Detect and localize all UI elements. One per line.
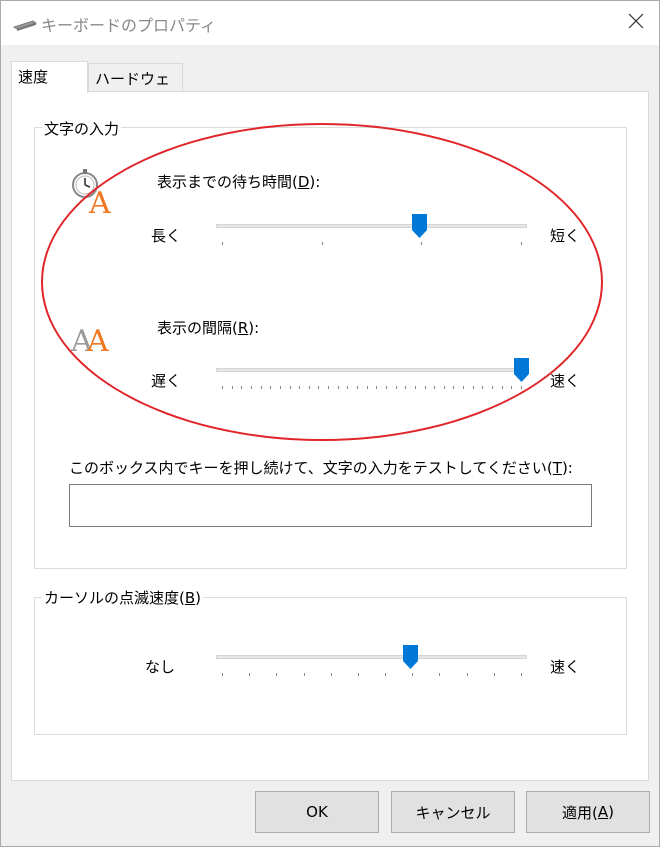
slider-track[interactable] [216,224,527,228]
test-input[interactable] [69,484,592,527]
repeat-rate-min-label: 遅く [151,372,182,390]
slider-tick [241,386,243,389]
slider-tick [289,386,291,389]
test-box-label: このボックス内でキーを押し続けて、文字の入力をテストしてください(T): [69,459,573,477]
slider-tick [276,673,278,676]
cancel-button[interactable]: キャンセル [391,791,515,833]
close-icon [628,13,644,33]
slider-tick [337,386,339,389]
slider-tick [376,386,378,389]
cursor-blink-min-label: なし [145,658,176,676]
slider-track[interactable] [216,655,527,659]
keyboard-icon [13,17,37,31]
slider-tick [321,242,323,245]
slider-tick [463,386,465,389]
slider-tick [493,673,495,676]
slider-tick [412,673,414,676]
slider-tick [521,386,522,389]
slider-tick [466,673,468,676]
repeat-rate-label: 表示の間隔(R): [157,319,260,337]
char-input-legend: 文字の入力 [42,118,122,139]
slider-tick [414,386,416,389]
slider-tick [357,386,359,389]
slider-tick [357,673,359,676]
title-bar: キーボードのプロパティ [1,1,659,45]
slider-tick [260,386,262,389]
repeat-rate-max-label: 速く [550,372,581,390]
slider-thumb[interactable] [412,214,428,238]
repeat-delay-label: 表示までの待ち時間(D): [157,173,321,191]
slider-tick [434,386,436,389]
repeat-delay-min-label: 長く [151,227,182,245]
svg-text:A: A [86,324,109,357]
slider-tick [482,386,484,389]
slider-tick [421,242,423,245]
slider-tick [385,386,387,389]
apply-button[interactable]: 適用(A) [526,791,650,833]
slider-tick [405,386,407,389]
cursor-blink-max-label: 速く [550,658,581,676]
tab-speed[interactable]: 速度 [11,61,88,93]
slider-tick [501,386,503,389]
svg-text:A: A [88,186,111,215]
slider-tick [439,673,441,676]
slider-tick [231,386,233,389]
slider-tick [222,242,223,245]
repeat-delay-max-label: 短く [550,227,581,245]
slider-tick [270,386,272,389]
slider-thumb[interactable] [403,645,419,669]
slider-tick [222,673,223,676]
slider-tick [385,673,387,676]
ok-button[interactable]: OK [255,791,379,833]
slider-thumb[interactable] [514,358,529,382]
slider-tick [472,386,474,389]
slider-tick [250,386,252,389]
slider-tick [395,386,397,389]
slider-tick [521,673,522,676]
tab-hardware[interactable]: ハードウェア [88,63,183,109]
slider-tick [492,386,494,389]
slider-tick [279,386,281,389]
cursor-blink-legend: カーソルの点滅速度(B) [42,587,204,608]
slider-tick [521,242,522,245]
repeat-rate-icon: A A [70,317,121,361]
slider-tick [308,386,310,389]
cursor-blink-group [34,597,627,735]
repeat-delay-icon: A [69,169,119,221]
slider-tick [249,673,251,676]
slider-tick [303,673,305,676]
slider-tick [347,386,349,389]
slider-tick [330,673,332,676]
window-title: キーボードのプロパティ [41,16,217,35]
slider-tick [366,386,368,389]
slider-tick [299,386,301,389]
slider-tick [222,386,223,389]
slider-tick [453,386,455,389]
slider-tick [443,386,445,389]
close-button[interactable] [613,1,659,45]
slider-track[interactable] [216,368,527,372]
keyboard-properties-window: キーボードのプロパティ 速度 ハードウェア 文字の入力 A 表示までの待ち時間(… [0,0,660,847]
slider-tick [511,386,513,389]
slider-tick [424,386,426,389]
slider-tick [318,386,320,389]
slider-tick [328,386,330,389]
